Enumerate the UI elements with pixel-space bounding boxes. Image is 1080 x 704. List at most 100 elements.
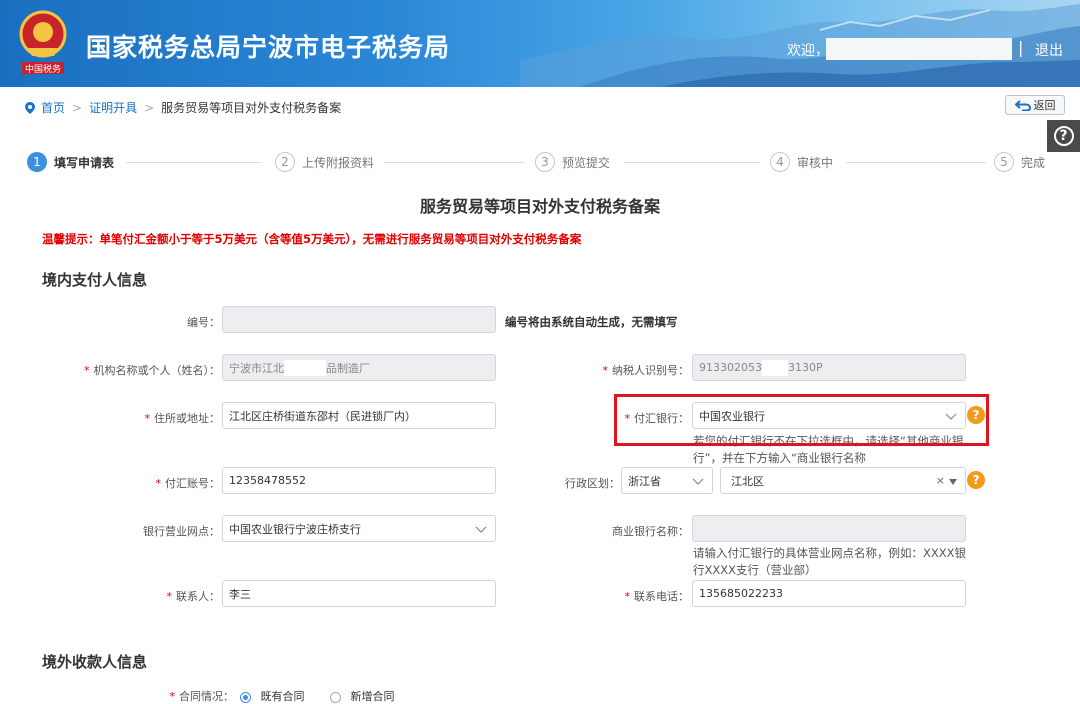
step-number: 1 xyxy=(27,152,47,172)
required-mark: * xyxy=(624,590,631,603)
step-number: 4 xyxy=(770,152,790,172)
contract-radio-group: 既有合同 新增合同 xyxy=(240,688,395,704)
step-label: 审核中 xyxy=(797,155,834,170)
form-title: 服务贸易等项目对外支付税务备案 xyxy=(419,197,660,216)
back-button[interactable]: 返回 xyxy=(1005,95,1065,115)
phone-input[interactable]: 135685022233 xyxy=(692,580,966,607)
commercial-bank-hint: 请输入付汇银行的具体营业网点名称，例如：XXXX银行XXXX支行（营业部） xyxy=(693,546,967,577)
breadcrumb-certificate[interactable]: 证明开具 xyxy=(89,99,137,116)
account-label-text: 付汇账号： xyxy=(165,477,220,490)
step-connector xyxy=(384,162,524,163)
region-label-text: 行政区划： xyxy=(565,477,620,490)
org-name-label: * 机构名称或个人（姓名）： xyxy=(84,362,220,378)
id-label-text: 编号： xyxy=(187,316,220,329)
commercial-bank-label: 商业银行名称： xyxy=(612,523,689,539)
contract-label-text: 合同情况： xyxy=(179,690,234,703)
contact-label: * 联系人： xyxy=(167,588,221,604)
existing-contract-label: 既有合同 xyxy=(260,690,305,703)
existing-contract-radio[interactable] xyxy=(240,691,251,703)
branch-label-text: 银行营业网点： xyxy=(143,525,220,538)
step-number: 2 xyxy=(275,152,295,172)
step-label: 上传附报资料 xyxy=(302,155,375,170)
breadcrumb: 首页 > 证明开具 > 服务贸易等项目对外支付税务备案 xyxy=(25,99,341,116)
step-review: 4 审核中 xyxy=(770,152,833,172)
branch-value: 中国农业银行宁波庄桥支行 xyxy=(229,522,361,536)
branch-label: 银行营业网点： xyxy=(143,523,220,539)
logout-link[interactable]: 退出 xyxy=(1035,40,1063,60)
org-name-value-end: 品制造厂 xyxy=(326,361,370,375)
site-title: 国家税务总局宁波市电子税务局 xyxy=(86,33,451,62)
province-value: 浙江省 xyxy=(628,474,661,488)
account-input[interactable]: 12358478552 xyxy=(222,467,496,494)
help-button[interactable]: ? xyxy=(1047,120,1080,152)
required-mark: * xyxy=(166,590,173,603)
new-contract-radio[interactable] xyxy=(330,691,341,703)
step-label: 预览提交 xyxy=(562,155,611,170)
breadcrumb-current: 服务贸易等项目对外支付税务备案 xyxy=(161,101,342,115)
username-redacted xyxy=(826,38,1012,60)
taxpayer-id-input[interactable]: 913302053 3130P xyxy=(692,354,966,381)
step-fill-form: 1 填写申请表 xyxy=(27,152,114,172)
question-icon: ? xyxy=(1053,126,1074,146)
highlight-box xyxy=(614,394,989,446)
svg-text:中国税务: 中国税务 xyxy=(25,63,61,75)
province-select[interactable]: 浙江省 xyxy=(621,467,713,494)
location-pin-icon xyxy=(25,101,35,114)
step-connector xyxy=(624,162,760,163)
phone-label-text: 联系电话： xyxy=(634,590,689,603)
clear-icon[interactable]: × xyxy=(936,474,945,487)
step-label: 填写申请表 xyxy=(54,155,115,170)
taxpayer-id-value-end: 3130P xyxy=(788,361,823,374)
step-complete: 5 完成 xyxy=(994,152,1045,172)
branch-select[interactable]: 中国农业银行宁波庄桥支行 xyxy=(222,515,496,542)
id-label: 编号： xyxy=(187,314,220,330)
step-preview: 3 预览提交 xyxy=(535,152,610,172)
step-connector xyxy=(126,162,262,163)
chevron-down-icon xyxy=(475,526,487,533)
step-connector xyxy=(846,162,986,163)
id-auto-note: 编号将由系统自动生成，无需填写 xyxy=(505,315,678,329)
taxpayer-id-value-start: 913302053 xyxy=(699,361,762,374)
commercial-bank-input[interactable] xyxy=(692,515,966,542)
org-name-value-start: 宁波市江北 xyxy=(229,361,284,375)
address-label: * 住所或地址： xyxy=(145,410,221,426)
tax-emblem-logo: 中国税务 xyxy=(19,10,67,75)
phone-label: * 联系电话： xyxy=(625,588,690,604)
contact-label-text: 联系人： xyxy=(176,590,220,603)
org-name-label-text: 机构名称或个人（姓名）： xyxy=(93,364,221,377)
district-select[interactable]: 江北区 × xyxy=(720,467,966,494)
breadcrumb-separator: > xyxy=(72,100,83,115)
breadcrumb-home[interactable]: 首页 xyxy=(41,99,65,116)
org-name-input[interactable]: 宁波市江北 品制造厂 xyxy=(222,354,496,381)
taxpayer-id-label: * 纳税人识别号： xyxy=(603,362,690,378)
caret-down-icon xyxy=(949,479,957,485)
back-arrow-icon xyxy=(1014,99,1031,111)
welcome-text: 欢迎， xyxy=(787,43,829,59)
required-mark: * xyxy=(169,690,176,703)
step-number: 5 xyxy=(994,152,1014,172)
section-domestic-payer: 境内支付人信息 xyxy=(42,271,148,289)
back-label: 返回 xyxy=(1033,99,1056,112)
taxpayer-id-label-text: 纳税人识别号： xyxy=(612,364,689,377)
region-help-icon[interactable]: ? xyxy=(967,471,985,489)
breadcrumb-separator: > xyxy=(144,100,155,115)
step-upload: 2 上传附报资料 xyxy=(275,152,374,172)
address-input[interactable]: 江北区庄桥街道东邵村（民进锁厂内） xyxy=(222,402,496,429)
id-input[interactable] xyxy=(222,306,496,333)
redacted-block xyxy=(284,359,326,376)
district-value: 江北区 xyxy=(731,474,764,488)
contact-input[interactable]: 李三 xyxy=(222,580,496,607)
required-mark: * xyxy=(144,412,151,425)
header-separator: | xyxy=(1018,38,1024,57)
region-label: 行政区划： xyxy=(565,475,620,491)
step-label: 完成 xyxy=(1021,155,1046,170)
section-foreign-payee: 境外收款人信息 xyxy=(42,653,148,671)
account-label: * 付汇账号： xyxy=(156,475,221,491)
required-mark: * xyxy=(84,364,90,377)
new-contract-label: 新增合同 xyxy=(350,690,395,703)
required-mark: * xyxy=(602,364,609,377)
address-label-text: 住所或地址： xyxy=(154,412,220,425)
chevron-down-icon xyxy=(692,478,704,485)
warning-tip: 温馨提示：单笔付汇金额小于等于5万美元（含等值5万美元），无需进行服务贸易等项目… xyxy=(42,232,582,246)
top-banner: 中国税务 国家税务总局宁波市电子税务局 欢迎， | 退出 xyxy=(0,0,1080,87)
